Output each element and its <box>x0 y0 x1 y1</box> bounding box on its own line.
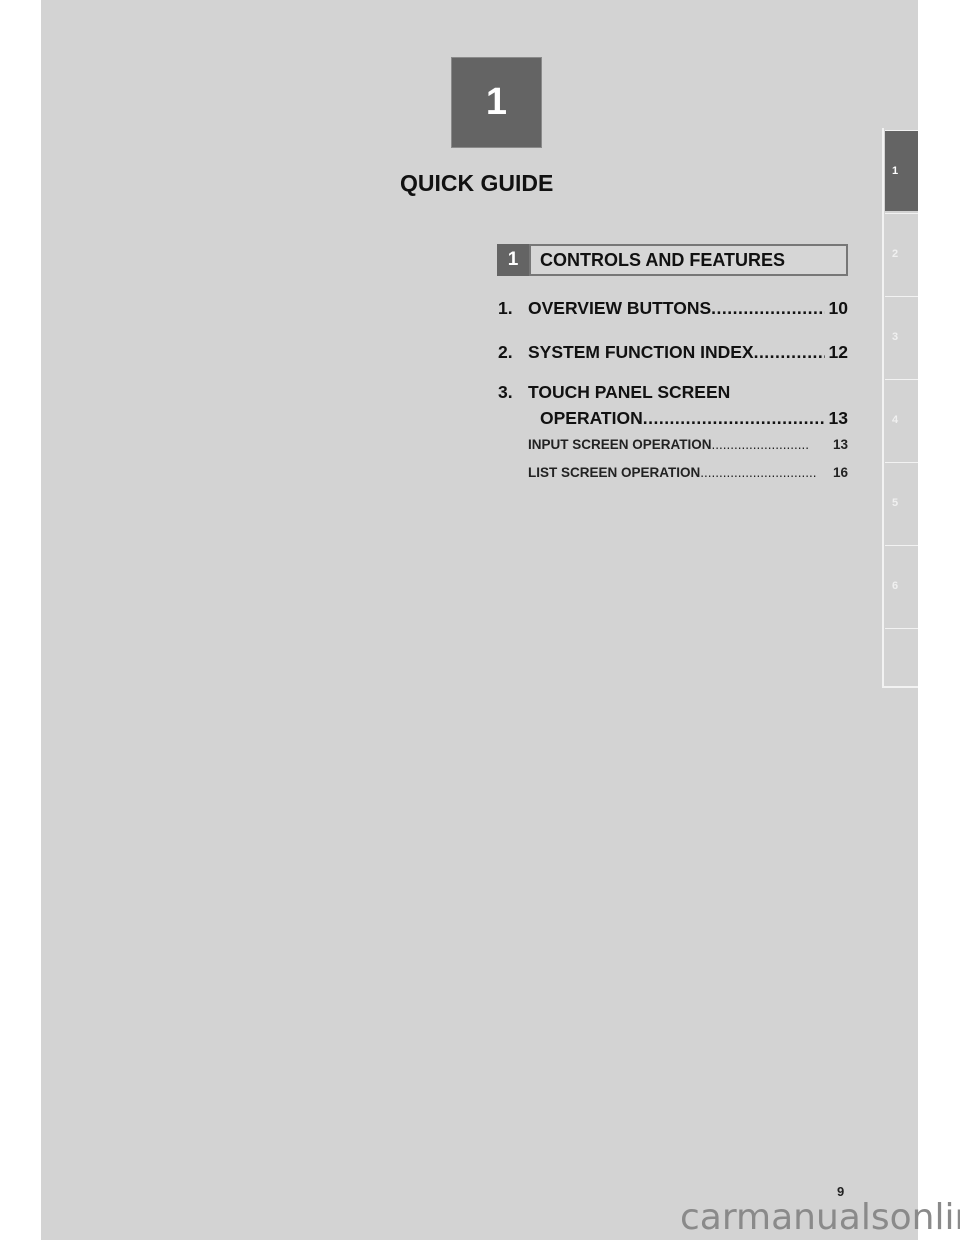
toc-item-line1: 3. TOUCH PANEL SCREEN <box>498 379 848 405</box>
toc-item-number: 3. <box>498 382 513 402</box>
toc-leader-dots: .......................... <box>711 437 810 452</box>
toc-item-text: OVERVIEW BUTTONS <box>528 298 712 318</box>
toc-item-text: SYSTEM FUNCTION INDEX <box>528 342 754 362</box>
section-header: 1 CONTROLS AND FEATURES <box>497 244 848 276</box>
toc-subitem-page: 16 <box>832 465 848 480</box>
toc-leader-dots: ......................... <box>753 342 825 362</box>
watermark: carmanualsonline.info <box>680 1197 960 1238</box>
toc-item-text: TOUCH PANEL SCREEN <box>528 382 731 402</box>
toc-item-text-continued: OPERATION <box>540 408 643 428</box>
toc-item-page: 12 <box>828 342 848 362</box>
toc-subitem-text: LIST SCREEN OPERATION <box>528 465 701 480</box>
toc-item-touch-panel-screen-operation[interactable]: 3. TOUCH PANEL SCREEN OPERATION ........… <box>498 379 848 431</box>
toc-subitem-text: INPUT SCREEN OPERATION <box>528 437 712 452</box>
toc-item-page: 10 <box>828 298 848 318</box>
toc-item-line2: OPERATION ..............................… <box>498 405 848 431</box>
chapter-tabs: 1 2 3 4 5 6 <box>882 128 918 688</box>
toc-subitem-list-screen-operation[interactable]: LIST SCREEN OPERATION ..................… <box>498 463 848 483</box>
chapter-tab-4[interactable]: 4 <box>885 379 918 460</box>
toc-item-number: 1. <box>498 298 513 318</box>
section-title: CONTROLS AND FEATURES <box>529 244 848 276</box>
toc-item-number: 2. <box>498 342 513 362</box>
table-of-contents: 1. OVERVIEW BUTTONS ....................… <box>498 295 848 483</box>
toc-item-page: 13 <box>828 408 848 428</box>
toc-leader-dots: ........................................… <box>642 408 825 428</box>
toc-item-overview-buttons[interactable]: 1. OVERVIEW BUTTONS ....................… <box>498 295 848 321</box>
toc-leader-dots: ............................... <box>700 465 817 480</box>
chapter-title: QUICK GUIDE <box>400 170 554 196</box>
toc-item-system-function-index[interactable]: 2. SYSTEM FUNCTION INDEX ...............… <box>498 339 848 365</box>
chapter-tab-blank[interactable] <box>885 628 918 686</box>
chapter-tab-2[interactable]: 2 <box>885 213 918 294</box>
toc-leader-dots: .................................. <box>711 298 824 318</box>
section-number: 1 <box>497 244 529 276</box>
chapter-tab-6[interactable]: 6 <box>885 545 918 626</box>
chapter-tab-3[interactable]: 3 <box>885 296 918 377</box>
toc-subitem-input-screen-operation[interactable]: INPUT SCREEN OPERATION .................… <box>498 435 848 455</box>
chapter-number-badge: 1 <box>451 57 542 148</box>
chapter-tab-1[interactable]: 1 <box>885 130 918 211</box>
chapter-tab-5[interactable]: 5 <box>885 462 918 543</box>
toc-subitem-page: 13 <box>832 437 848 452</box>
